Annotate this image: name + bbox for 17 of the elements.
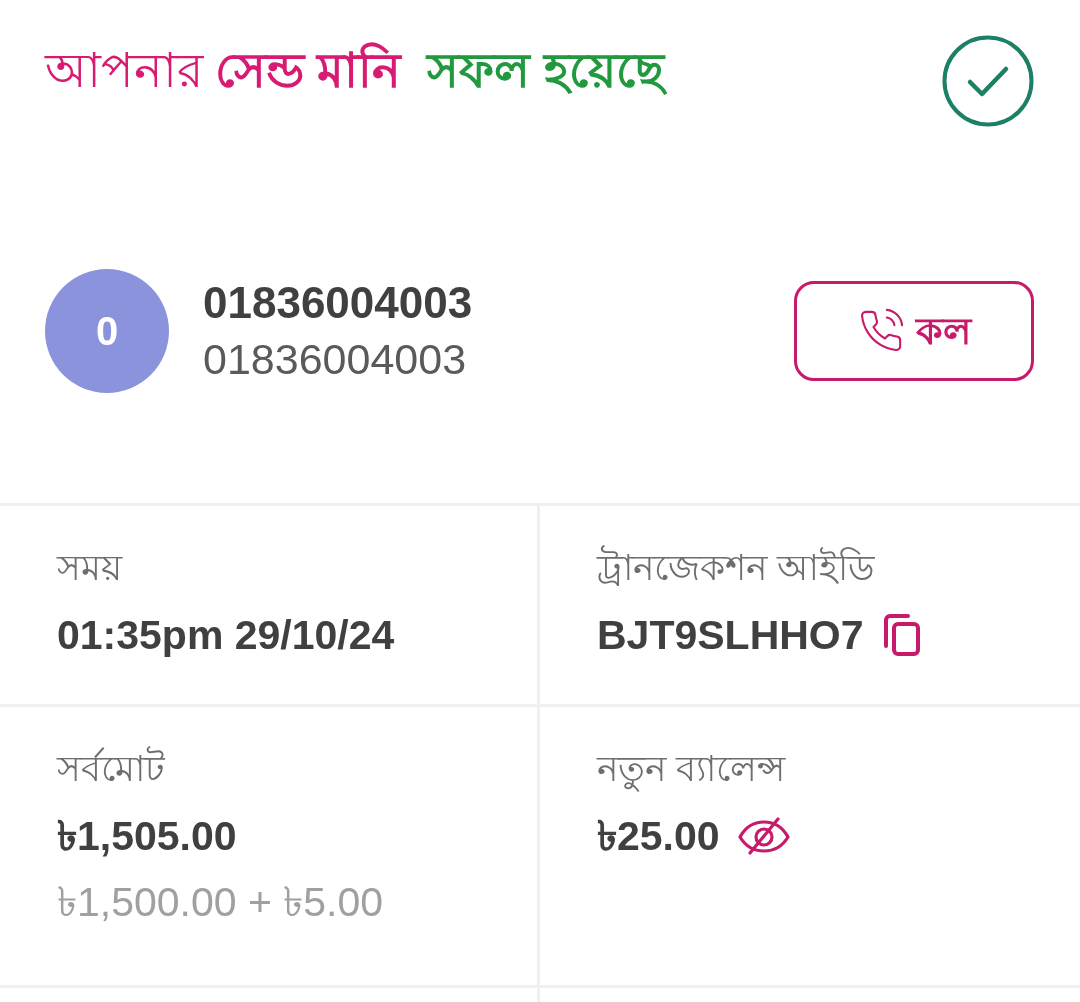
detail-label: ট্রানজেকশন আইডি [597, 544, 875, 590]
detail-label: সর্বমোট [57, 745, 165, 791]
detail-label: সময় [57, 546, 122, 590]
detail-value: 01:35pm 29/10/24 [57, 611, 395, 660]
call-button[interactable]: কল [794, 281, 1034, 381]
title-text: আপনার [45, 43, 203, 99]
copy-icon[interactable] [881, 614, 920, 656]
detail-value: ৳1,505.00 [57, 812, 237, 861]
success-check-icon [942, 35, 1034, 127]
amount-breakdown: ৳1,500.00 + ৳5.00 [57, 878, 384, 927]
eye-slash-icon[interactable] [737, 817, 790, 855]
detail-label: নতুন ব্যালেন্স [597, 745, 785, 793]
detail-value: BJT9SLHHO7 [597, 611, 864, 660]
title-text: সেন্ড মানি [215, 41, 402, 99]
recipient-number: 01836004003 [203, 334, 468, 385]
recipient-name: 01836004003 [203, 277, 473, 329]
detail-value: ৳25.00 [597, 812, 720, 861]
